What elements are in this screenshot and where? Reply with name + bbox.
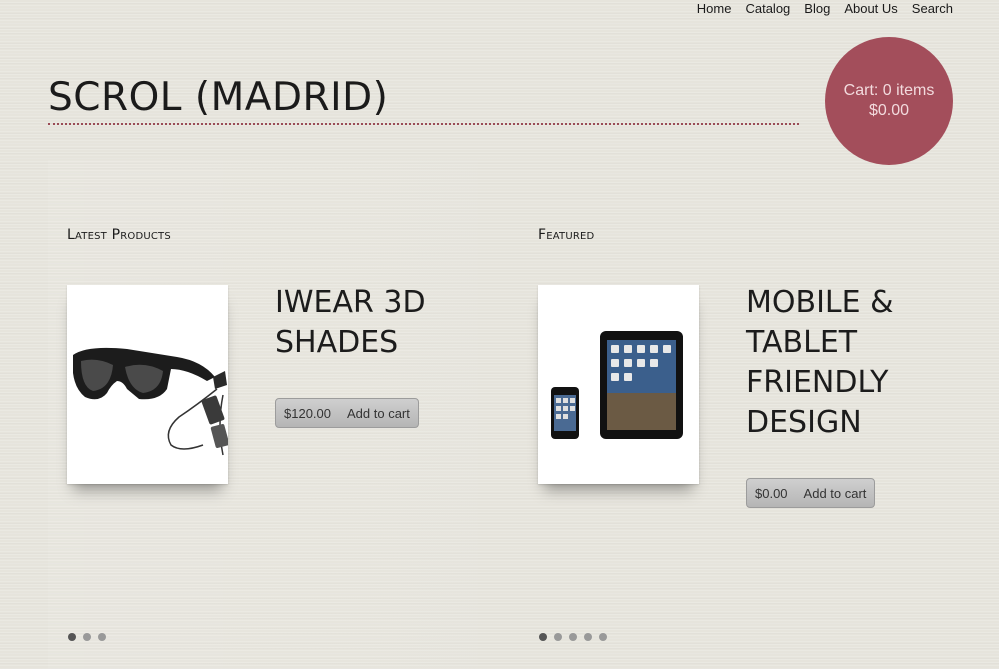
nav-catalog[interactable]: Catalog (745, 0, 790, 17)
title-divider (48, 123, 799, 125)
carousel-dot[interactable] (68, 633, 76, 641)
nav-home[interactable]: Home (697, 0, 732, 17)
product-price-mobile-tablet: $0.00 (755, 485, 788, 501)
carousel-dot[interactable] (554, 633, 562, 641)
carousel-dots-latest (68, 633, 106, 641)
section-title-featured: Featured (538, 227, 595, 243)
carousel-dot[interactable] (569, 633, 577, 641)
cart-button[interactable]: Cart: 0 items $0.00 (825, 37, 953, 165)
carousel-dot[interactable] (83, 633, 91, 641)
carousel-dot[interactable] (98, 633, 106, 641)
product-name-mobile-tablet[interactable]: MOBILE & TABLET FRIENDLY DESIGN (746, 283, 946, 443)
product-name-iwear[interactable]: IWEAR 3D SHADES (275, 283, 475, 363)
product-image-iwear[interactable] (67, 285, 228, 484)
carousel-dot[interactable] (539, 633, 547, 641)
carousel-dot[interactable] (584, 633, 592, 641)
site-title[interactable]: SCROL (MADRID) (48, 72, 388, 124)
product-price-iwear: $120.00 (284, 405, 331, 421)
carousel-dot[interactable] (599, 633, 607, 641)
section-title-latest: Latest Products (67, 227, 171, 243)
tablet-and-phone-image (551, 331, 683, 439)
add-to-cart-label: Add to cart (803, 485, 867, 501)
latest-products-section: Latest Products IWEAR 3D SHADES $120.00 … (48, 160, 478, 669)
add-to-cart-label: Add to cart (347, 405, 410, 421)
main-nav: Home Catalog Blog About Us Search (697, 0, 953, 17)
cart-count-label: Cart: 0 items (843, 82, 935, 99)
buy-button-mobile-tablet[interactable]: $0.00 Add to cart (746, 478, 876, 508)
featured-section: Featured MOBILE & TABLET FRIENDLY DESIGN… (519, 160, 949, 669)
buy-button-iwear[interactable]: $120.00 Add to cart (275, 398, 419, 428)
nav-search[interactable]: Search (912, 0, 953, 17)
nav-blog[interactable]: Blog (804, 0, 830, 17)
carousel-dots-featured (539, 633, 607, 641)
product-image-mobile-tablet[interactable] (538, 285, 699, 484)
nav-about-us[interactable]: About Us (844, 0, 897, 17)
cart-total: $0.00 (868, 102, 910, 119)
video-glasses-image (73, 347, 228, 456)
